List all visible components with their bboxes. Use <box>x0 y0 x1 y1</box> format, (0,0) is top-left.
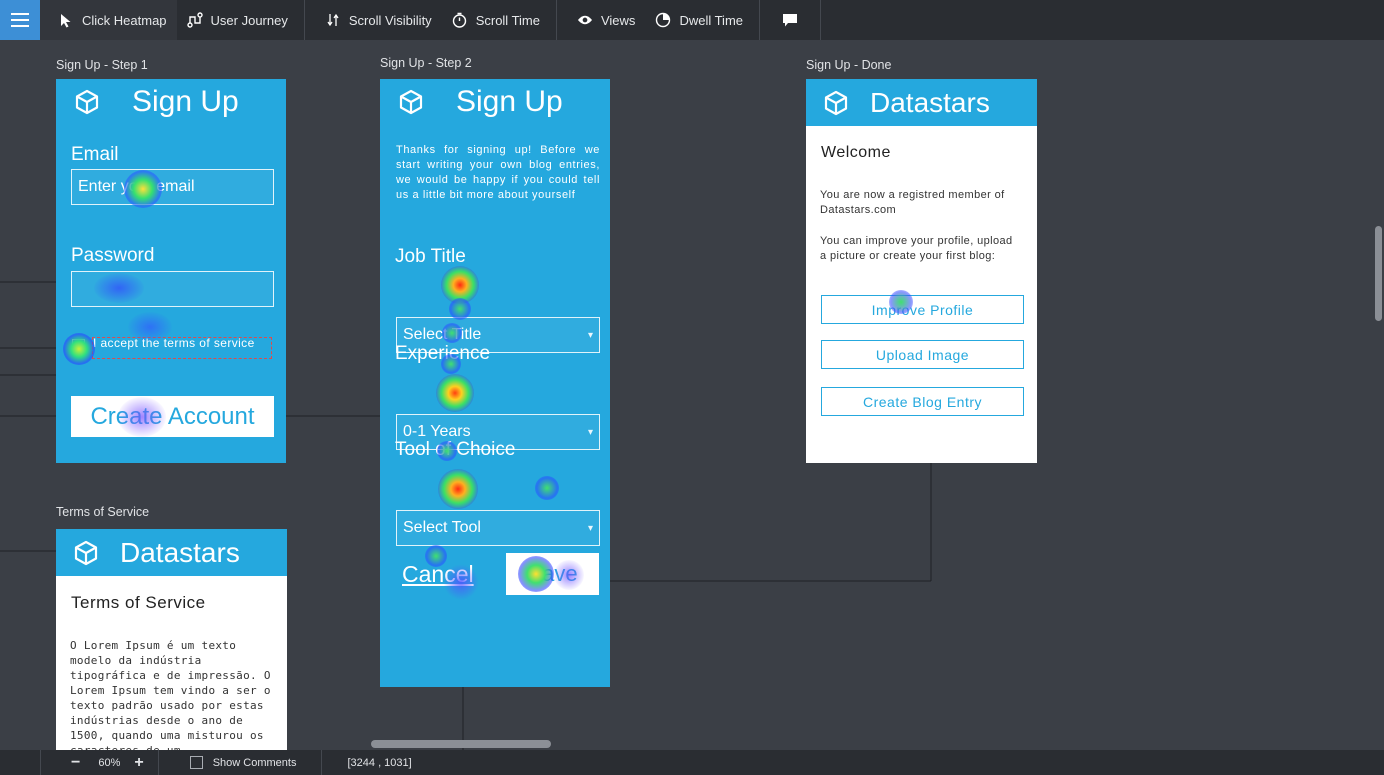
tool-select[interactable]: Select Tool ▾ <box>396 510 600 546</box>
tool-label: Click Heatmap <box>82 12 167 28</box>
cube-logo-icon <box>824 90 848 115</box>
cube-logo-icon <box>75 89 99 115</box>
terms-text[interactable]: I accept the terms of service <box>92 337 272 359</box>
welcome-heading: Welcome <box>821 144 891 161</box>
horizontal-scrollbar[interactable] <box>371 740 551 748</box>
password-label: Password <box>71 245 155 266</box>
experience-label: Experience <box>395 343 491 364</box>
show-comments-label[interactable]: Show Comments <box>213 757 297 769</box>
screen-header: Datastars <box>56 529 287 576</box>
eye-icon <box>577 12 593 28</box>
password-field[interactable] <box>71 271 274 307</box>
screen-header: Sign Up <box>56 79 286 125</box>
status-bar: − 60% + Show Comments [3244 , 1031] <box>0 750 1384 775</box>
journey-icon <box>186 12 203 28</box>
tos-body: O Lorem Ipsum é um texto modelo da indús… <box>70 639 271 750</box>
upload-image-button[interactable]: Upload Image <box>821 340 1024 369</box>
done-line2: You can improve your profile, upload a p… <box>820 235 1013 262</box>
tool-label: Tool of Choice <box>395 439 516 460</box>
improve-profile-button[interactable]: Improve Profile <box>821 295 1024 324</box>
create-blog-entry-button[interactable]: Create Blog Entry <box>821 387 1024 416</box>
job-title-label: Job Title <box>395 246 466 267</box>
screen-signup-step2[interactable]: Sign Up Thanks for signing up! Before we… <box>380 79 610 687</box>
email-field[interactable]: Enter your email <box>71 169 274 205</box>
page-label-tos: Terms of Service <box>56 505 150 519</box>
menu-button[interactable] <box>0 0 40 40</box>
tool-dwell-time[interactable]: Dwell Time <box>645 0 753 40</box>
tool-label: Scroll Time <box>475 12 540 28</box>
page-label-step1: Sign Up - Step 1 <box>56 58 148 72</box>
tool-label: Dwell Time <box>679 12 744 28</box>
tool-views[interactable]: Views <box>563 0 645 40</box>
email-label: Email <box>71 144 119 165</box>
tos-heading: Terms of Service <box>71 593 206 612</box>
select-value: Select Tool <box>403 519 481 536</box>
toolbar-divider <box>759 0 761 40</box>
toolbar-divider <box>820 0 822 40</box>
cursor-coordinates: [3244 , 1031] <box>347 756 412 769</box>
intro-text: Thanks for signing up! Before we start w… <box>396 144 600 201</box>
zoom-level: 60% <box>98 756 121 769</box>
app-root: Click Heatmap User Journey Scroll Visibi… <box>0 0 1384 775</box>
tool-label: Views <box>600 12 636 28</box>
done-line1: You are now a registred member of Datast… <box>820 189 1005 216</box>
chevron-down-icon: ▾ <box>587 522 593 534</box>
comments-button[interactable] <box>766 0 814 40</box>
terms-checkbox[interactable] <box>72 339 85 352</box>
tool-label: User Journey <box>210 12 288 28</box>
screen-terms-of-service[interactable]: Datastars Terms of Service O Lorem Ipsum… <box>56 529 287 750</box>
tool-scroll-time[interactable]: Scroll Time <box>442 0 550 40</box>
toolbar-divider <box>555 0 557 40</box>
save-button[interactable]: Save <box>506 553 599 595</box>
chevron-down-icon: ▾ <box>587 329 593 341</box>
screen-signup-done[interactable]: Datastars Welcome You are now a registre… <box>806 79 1037 463</box>
screen-title: Sign Up <box>456 85 563 118</box>
toolbar-divider <box>303 0 305 40</box>
cube-logo-icon <box>74 540 98 565</box>
top-toolbar: Click Heatmap User Journey Scroll Visibi… <box>0 0 1384 40</box>
show-comments-checkbox[interactable] <box>189 756 203 769</box>
journey-canvas[interactable]: Sign Up - Step 1 Sign Up Email Enter you… <box>0 40 1384 750</box>
statusbar-divider <box>157 750 159 775</box>
screen-signup-step1[interactable]: Sign Up Email Enter your email Password … <box>56 79 286 463</box>
select-value: Select Title <box>403 326 482 343</box>
tool-scroll-visibility[interactable]: Scroll Visibility <box>311 0 442 40</box>
stopwatch-icon <box>452 12 468 28</box>
chevron-down-icon: ▾ <box>587 426 593 438</box>
tool-click-heatmap[interactable]: Click Heatmap <box>40 0 177 40</box>
page-label-done: Sign Up - Done <box>806 58 892 72</box>
zoom-in-button[interactable]: + <box>134 754 143 772</box>
dwell-icon <box>655 12 671 28</box>
scroll-arrows-icon <box>325 12 341 28</box>
screen-header: Sign Up <box>380 79 610 125</box>
vertical-scrollbar[interactable] <box>1375 226 1382 321</box>
cursor-icon <box>58 12 74 28</box>
zoom-out-button[interactable]: − <box>71 754 80 772</box>
hamburger-icon <box>11 13 29 27</box>
statusbar-divider <box>40 750 41 775</box>
screen-title: Datastars <box>120 536 240 568</box>
comment-icon <box>782 12 798 28</box>
screen-title: Datastars <box>870 86 990 118</box>
statusbar-divider <box>321 750 323 775</box>
create-account-button[interactable]: Create Account <box>71 396 274 437</box>
screen-title: Sign Up <box>132 85 239 118</box>
cancel-link[interactable]: Cancel <box>402 561 474 588</box>
cube-logo-icon <box>399 89 423 115</box>
tool-user-journey[interactable]: User Journey <box>177 0 298 40</box>
screen-header: Datastars <box>806 79 1037 126</box>
tool-label: Scroll Visibility <box>348 12 432 28</box>
page-label-step2: Sign Up - Step 2 <box>380 56 472 70</box>
